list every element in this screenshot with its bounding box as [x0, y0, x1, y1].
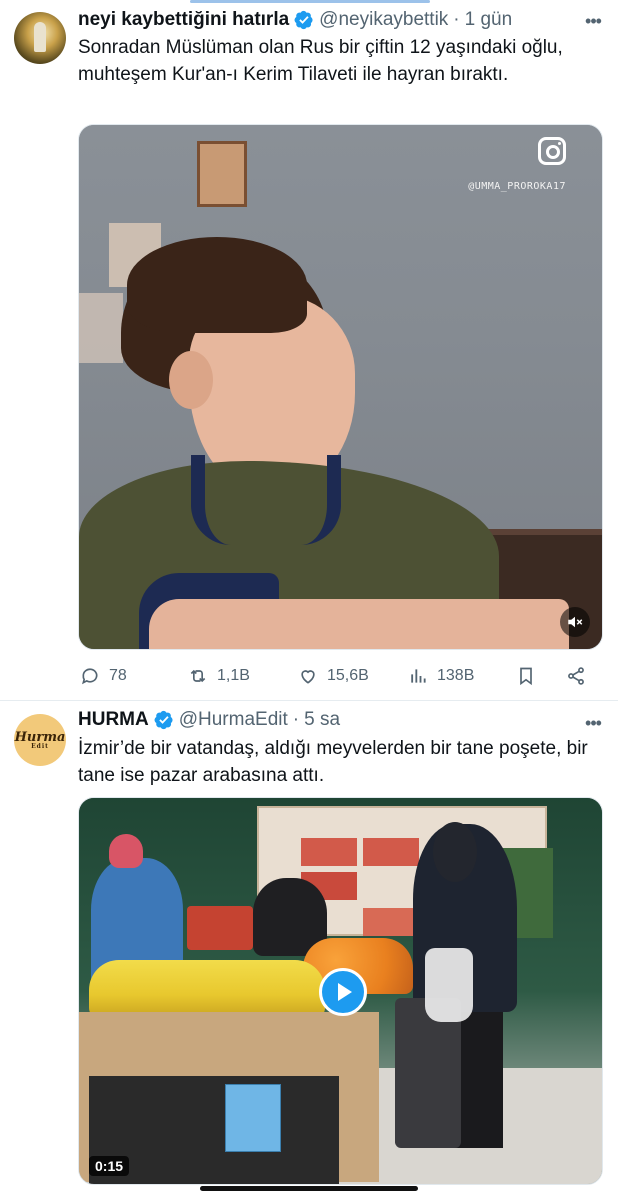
verified-badge-icon [294, 10, 313, 30]
timestamp[interactable]: 1 gün [465, 9, 513, 31]
retweet-icon [190, 669, 206, 683]
bookmark-icon [520, 667, 532, 686]
views-icon [411, 669, 426, 683]
handle[interactable]: @HurmaEdit [179, 709, 288, 731]
tweet-header: HURMA @HurmaEdit · 5 sa [78, 708, 340, 732]
views-button[interactable]: 138B [408, 661, 474, 691]
volume-muted-icon[interactable] [560, 607, 590, 637]
home-indicator[interactable] [200, 1186, 418, 1191]
tweet-video[interactable]: @UMMA_PROROKA17 [78, 124, 603, 650]
tweet-header: neyi kaybettiğini hatırla @neyikaybettik… [78, 8, 512, 32]
verified-badge-icon [154, 710, 173, 730]
tweet-text: Sonradan Müslüman olan Rus bir çiftin 12… [78, 37, 563, 85]
share-button[interactable] [566, 661, 586, 691]
like-button[interactable]: 15,6B [298, 661, 369, 691]
instagram-icon [538, 137, 566, 165]
retweet-count: 1,1B [217, 667, 250, 684]
display-name[interactable]: HURMA [78, 709, 149, 731]
top-scroll-indicator [0, 0, 618, 6]
retweet-button[interactable]: 1,1B [188, 661, 250, 691]
view-count: 138B [437, 667, 475, 684]
display-name[interactable]: neyi kaybettiğini hatırla [78, 9, 289, 31]
tweet-divider [0, 700, 618, 701]
reply-count: 78 [109, 667, 127, 684]
bookmark-button[interactable] [516, 661, 536, 691]
more-options-icon[interactable]: ••• [582, 10, 604, 32]
like-count: 15,6B [327, 667, 369, 684]
handle[interactable]: @neyikaybettik [319, 9, 448, 31]
like-icon [301, 670, 315, 684]
share-icon [568, 667, 584, 685]
reply-button[interactable]: 78 [80, 661, 127, 691]
video-duration: 0:15 [89, 1156, 130, 1176]
reply-icon [82, 668, 98, 685]
avatar-logo: Hurma Edit [14, 729, 66, 750]
tweet-text: İzmir’de bir vatandaş, aldığı meyvelerde… [78, 738, 588, 786]
avatar[interactable] [14, 12, 66, 64]
avatar[interactable]: Hurma Edit [14, 714, 66, 766]
more-options-icon[interactable]: ••• [582, 712, 604, 734]
separator: · [292, 709, 300, 730]
play-icon[interactable] [319, 968, 367, 1016]
tweet-actions: 78 1,1B 15,6B 138B [78, 661, 598, 691]
separator: · [453, 9, 460, 30]
video-watermark: @UMMA_PROROKA17 [468, 181, 566, 192]
timestamp[interactable]: 5 sa [304, 709, 340, 731]
tweet-video[interactable]: 0:15 [78, 797, 603, 1185]
